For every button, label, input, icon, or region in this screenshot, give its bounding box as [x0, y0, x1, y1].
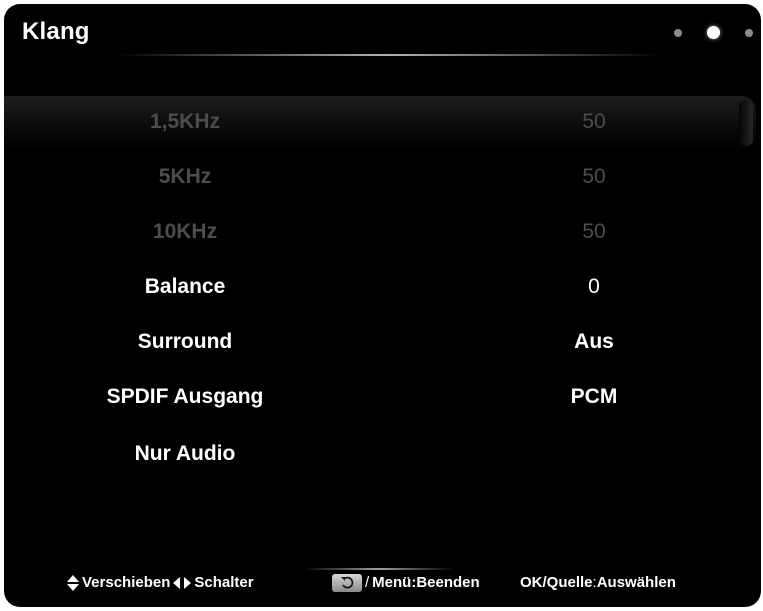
menu-item-value[interactable]: 0 [494, 267, 694, 307]
footer-switch-label: Schalter [194, 574, 254, 591]
menu-item-10khz: 10KHz 50 [4, 212, 761, 252]
page-dot-1 [674, 28, 682, 37]
title-divider [114, 54, 664, 56]
footer-navigation-hint: Verschieben Schalter [67, 572, 254, 594]
back-icon [332, 574, 362, 592]
footer-move-label: Verschieben [82, 574, 171, 591]
menu-item-value[interactable]: Aus [494, 322, 694, 362]
menu-item-value: 50 [582, 110, 606, 133]
page-indicator [674, 26, 753, 39]
menu-item-5khz: 5KHz 50 [4, 157, 761, 197]
footer-exit-hint: / Menü:Beenden [332, 572, 480, 594]
left-right-arrows-icon [173, 577, 192, 589]
menu-item-spdif-output[interactable]: SPDIF Ausgang PCM [4, 377, 761, 417]
page-title: Klang [22, 18, 90, 45]
menu-item-label: Surround [137, 330, 233, 353]
menu-item-label: 10KHz [152, 220, 218, 243]
footer-divider [304, 568, 454, 570]
osd-panel: Klang 1,5KHz 50 5KHz 50 10KHz 50 Balance… [4, 4, 761, 607]
footer-select-hint: OK/Quelle : Auswählen [520, 572, 676, 594]
footer-ok-source-label: OK/Quelle [520, 574, 593, 591]
up-down-arrows-icon [67, 574, 79, 592]
page-dot-3 [745, 28, 753, 37]
menu-item-label: SPDIF Ausgang [106, 385, 264, 408]
menu-item-value: 50 [582, 165, 606, 188]
footer-help-bar: Verschieben Schalter / Menü:Beenden OK/Q… [4, 572, 761, 594]
menu-item-value[interactable]: PCM [494, 377, 694, 417]
menu-item-balance[interactable]: Balance 0 [4, 267, 761, 307]
footer-slash: / [365, 574, 370, 591]
menu-item-label: 5KHz [158, 165, 212, 188]
menu-item-surround[interactable]: Surround Aus [4, 322, 761, 362]
footer-menu-exit-label: Menü:Beenden [372, 574, 480, 591]
menu-item-value: 50 [582, 220, 606, 243]
footer-select-label: Auswählen [596, 574, 676, 591]
menu-item-label: 1,5KHz [149, 110, 221, 133]
menu-item-audio-only[interactable]: Nur Audio [4, 434, 761, 474]
menu-item-label: Nur Audio [134, 442, 236, 465]
menu-item-1-5khz: 1,5KHz 50 [4, 102, 761, 142]
page-dot-2 [707, 26, 720, 39]
menu-item-label: Balance [144, 275, 226, 298]
